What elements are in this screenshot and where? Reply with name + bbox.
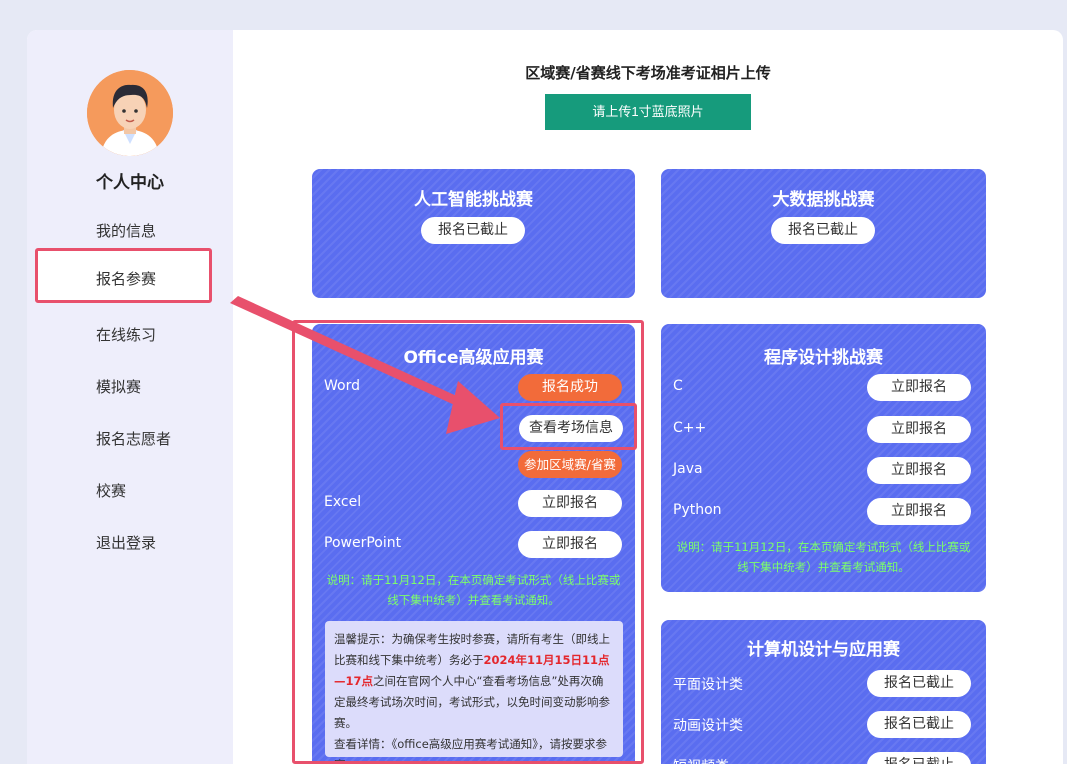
annotation-arrow-icon <box>230 296 500 434</box>
